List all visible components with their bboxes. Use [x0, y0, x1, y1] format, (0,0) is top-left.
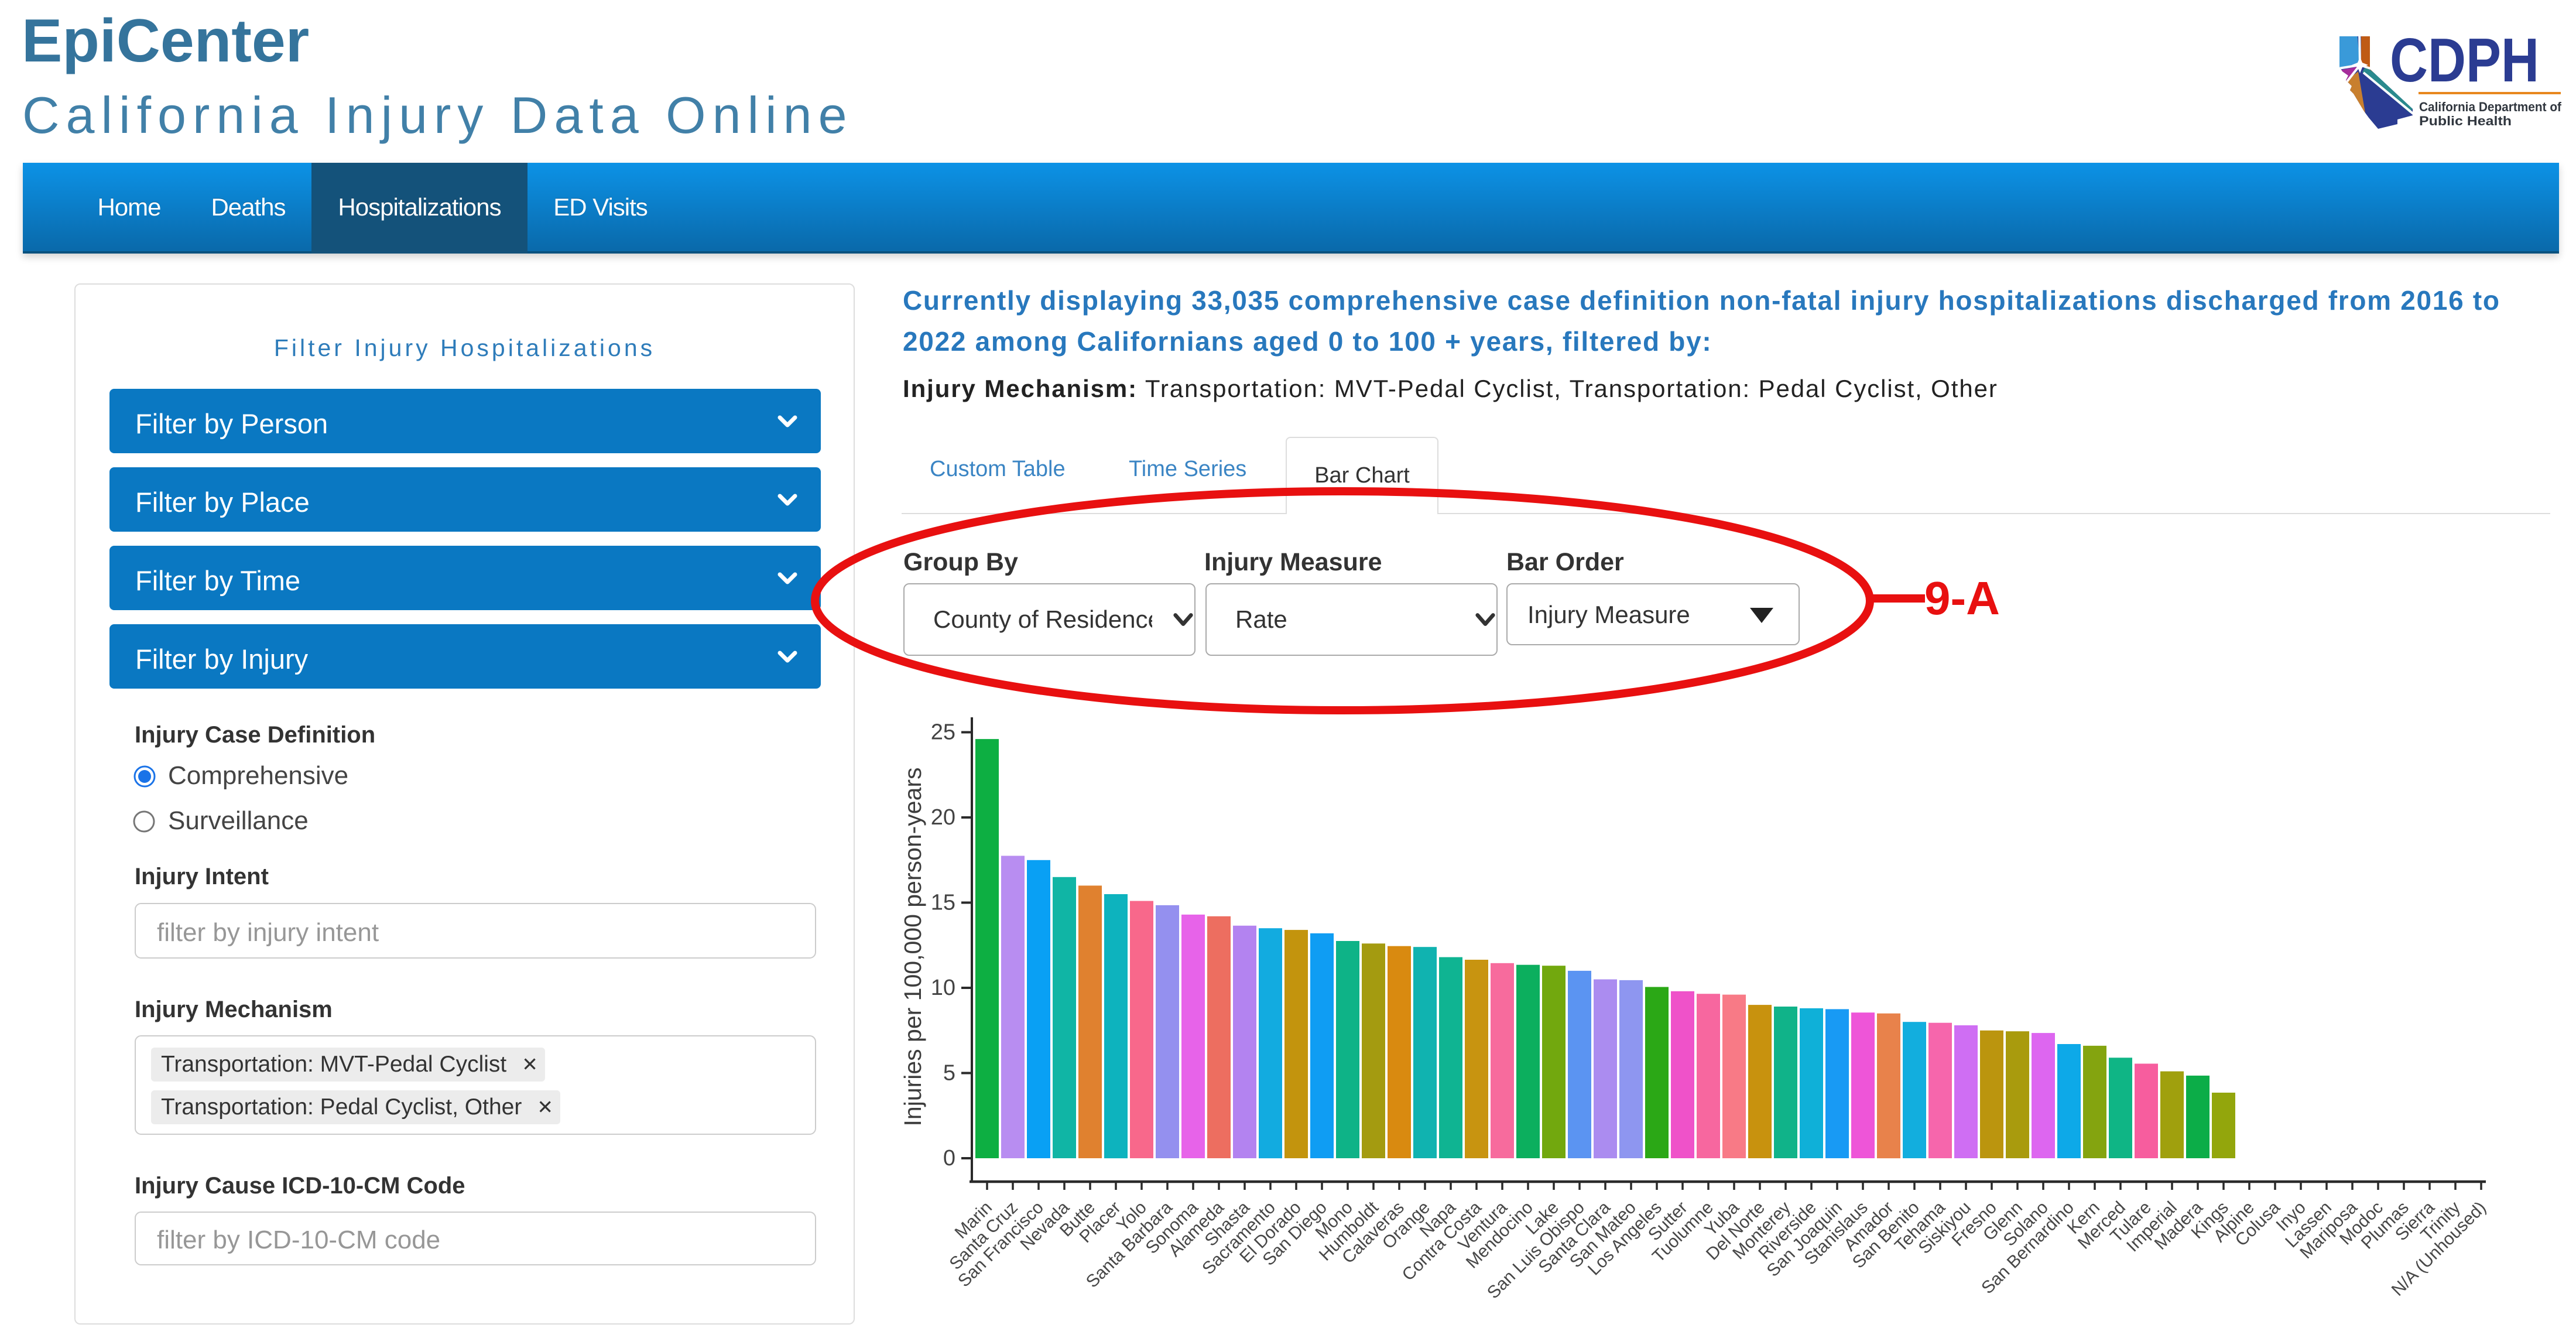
svg-text:Sacramento: Sacramento [1198, 1198, 1279, 1279]
svg-text:Lake: Lake [1522, 1198, 1563, 1238]
svg-text:Los Angeles: Los Angeles [1584, 1198, 1666, 1279]
svg-text:Shasta: Shasta [1201, 1197, 1254, 1250]
svg-text:Santa Clara: Santa Clara [1535, 1197, 1615, 1277]
svg-text:N/A (Unhoused): N/A (Unhoused) [2388, 1198, 2490, 1300]
svg-text:Kern: Kern [2064, 1198, 2104, 1238]
svg-text:25: 25 [931, 720, 955, 745]
svg-text:San Mateo: San Mateo [1566, 1198, 1640, 1272]
svg-text:Modoc: Modoc [2336, 1198, 2387, 1249]
svg-text:Placer: Placer [1075, 1198, 1124, 1247]
svg-text:Santa Cruz: Santa Cruz [946, 1198, 1021, 1274]
svg-text:Merced: Merced [2074, 1198, 2129, 1253]
svg-text:Calaveras: Calaveras [1338, 1198, 1408, 1268]
svg-text:Amador: Amador [1840, 1198, 1897, 1255]
svg-text:Fresno: Fresno [1948, 1198, 2000, 1250]
svg-text:Solano: Solano [2000, 1198, 2052, 1250]
svg-text:Alpine: Alpine [2210, 1198, 2258, 1246]
svg-text:El Dorado: El Dorado [1236, 1198, 1305, 1267]
svg-text:Mariposa: Mariposa [2296, 1197, 2361, 1262]
svg-text:Glenn: Glenn [1979, 1198, 2026, 1245]
svg-text:San Bernardino: San Bernardino [1978, 1198, 2078, 1298]
svg-text:Ventura: Ventura [1454, 1197, 1511, 1254]
svg-text:9-A: 9-A [1924, 572, 2000, 624]
svg-text:California Department of: California Department of [2419, 100, 2562, 114]
svg-text:Santa Barbara: Santa Barbara [1083, 1197, 1176, 1291]
svg-text:15: 15 [931, 891, 955, 915]
svg-text:Sierra: Sierra [2392, 1197, 2438, 1244]
svg-text:Monterey: Monterey [1729, 1198, 1794, 1264]
svg-text:Butte: Butte [1056, 1198, 1099, 1241]
svg-text:5: 5 [943, 1061, 955, 1086]
svg-text:Public Health: Public Health [2419, 114, 2512, 128]
svg-text:Mono: Mono [1312, 1198, 1356, 1243]
svg-text:Colusa: Colusa [2232, 1197, 2284, 1250]
svg-text:0: 0 [943, 1146, 955, 1171]
svg-text:Sutter: Sutter [1645, 1198, 1691, 1245]
svg-text:Napa: Napa [1416, 1197, 1460, 1241]
svg-text:Contra Costa: Contra Costa [1399, 1197, 1486, 1285]
svg-text:Yuba: Yuba [1701, 1197, 1743, 1240]
svg-text:San Luis Obispo: San Luis Obispo [1484, 1198, 1588, 1303]
svg-text:Injuries per 100,000 person-ye: Injuries per 100,000 person-years [899, 767, 926, 1126]
svg-text:Orange: Orange [1379, 1198, 1434, 1253]
svg-text:Siskiyou: Siskiyou [1915, 1198, 1975, 1258]
svg-text:Sonoma: Sonoma [1142, 1197, 1203, 1258]
svg-text:Tehama: Tehama [1891, 1197, 1949, 1255]
svg-text:Nevada: Nevada [1016, 1197, 1073, 1254]
svg-text:Lassen: Lassen [2282, 1198, 2335, 1252]
svg-text:10: 10 [931, 976, 955, 1000]
svg-text:Humboldt: Humboldt [1316, 1197, 1383, 1265]
svg-text:San Benito: San Benito [1849, 1198, 1923, 1272]
svg-text:Riverside: Riverside [1755, 1198, 1820, 1264]
svg-text:Stanislaus: Stanislaus [1801, 1198, 1872, 1269]
svg-text:San Joaquin: San Joaquin [1763, 1198, 1846, 1281]
svg-text:Plumas: Plumas [2358, 1198, 2413, 1253]
svg-text:Marin: Marin [951, 1198, 996, 1243]
svg-text:CDPH: CDPH [2390, 26, 2539, 95]
svg-text:Yolo: Yolo [1113, 1198, 1150, 1236]
svg-text:Madera: Madera [2151, 1197, 2207, 1253]
svg-text:20: 20 [931, 805, 955, 830]
svg-text:Kings: Kings [2188, 1198, 2232, 1243]
svg-text:San Francisco: San Francisco [954, 1198, 1047, 1291]
svg-text:Tuolumne: Tuolumne [1649, 1198, 1717, 1267]
svg-text:San Diego: San Diego [1259, 1198, 1331, 1269]
svg-text:Mendocino: Mendocino [1462, 1198, 1537, 1272]
svg-text:Alameda: Alameda [1165, 1197, 1228, 1260]
svg-text:Trinity: Trinity [2417, 1198, 2464, 1245]
svg-text:Tulare: Tulare [2106, 1198, 2155, 1247]
svg-text:Imperial: Imperial [2123, 1198, 2181, 1256]
svg-text:Inyo: Inyo [2273, 1198, 2310, 1235]
svg-text:Del Norte: Del Norte [1703, 1198, 1769, 1264]
